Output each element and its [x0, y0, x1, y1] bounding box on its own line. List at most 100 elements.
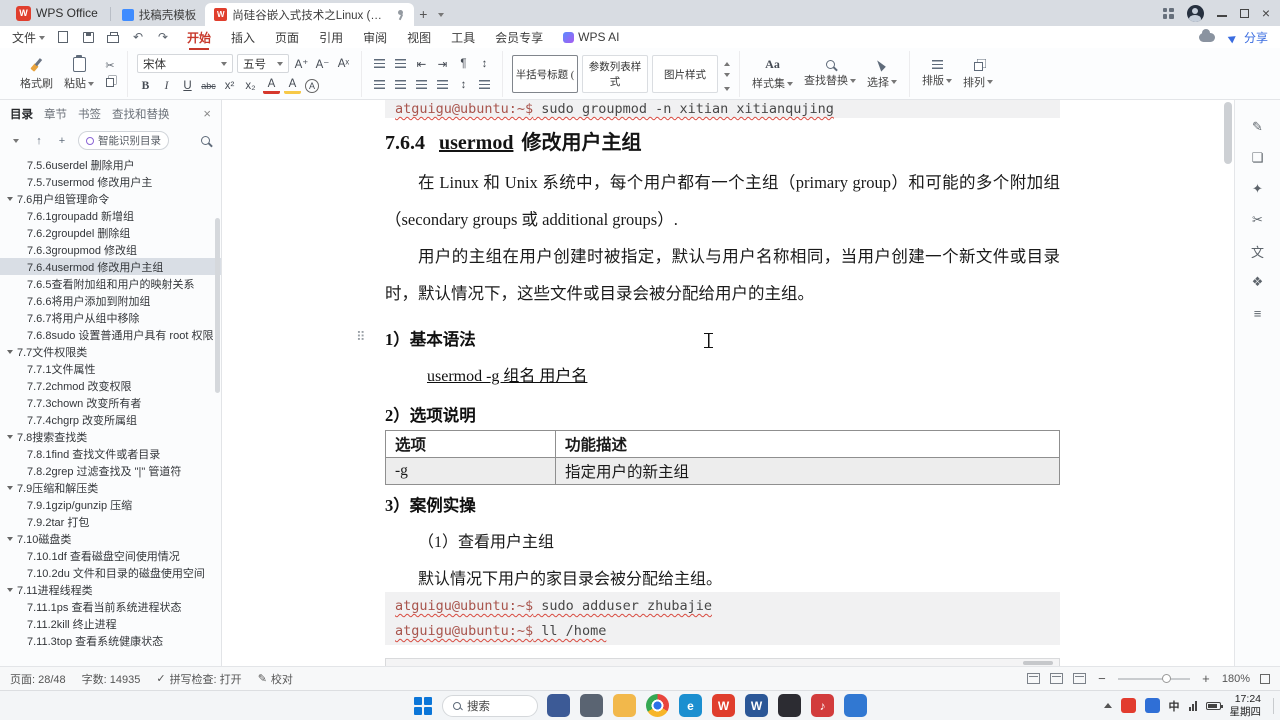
style-card[interactable]: 参数列表样式	[582, 55, 648, 93]
tab-list-chevron[interactable]	[432, 4, 450, 24]
doc-scrollbar-thumb[interactable]	[1224, 102, 1232, 164]
close-icon[interactable]: ×	[203, 106, 211, 121]
clear-format-button[interactable]: Aˣ	[335, 55, 352, 72]
proofread-button[interactable]: ✎ 校对	[258, 671, 293, 687]
file-menu[interactable]: 文件	[12, 29, 46, 46]
decrease-font-button[interactable]: A⁻	[314, 55, 331, 72]
user-avatar[interactable]	[1186, 4, 1204, 22]
outline-item[interactable]: 7.6.2groupdel 删除组	[0, 224, 221, 241]
outline-item[interactable]: 7.6.7将用户从组中移除	[0, 309, 221, 326]
file-explorer-icon[interactable]	[613, 694, 636, 717]
select-button[interactable]: 选择	[864, 57, 900, 90]
highlighter-icon[interactable]: ✦	[1248, 180, 1268, 198]
document-area[interactable]: atguigu@ubuntu:~$ sudo groupmod -n xitia…	[222, 100, 1234, 666]
sidebar-tab-chapters[interactable]: 章节	[44, 106, 67, 122]
superscript-button[interactable]: x²	[221, 77, 238, 94]
web-view-icon[interactable]	[1049, 673, 1063, 684]
paragraph-mark-button[interactable]: ¶	[455, 55, 472, 72]
subscript-button[interactable]: x₂	[242, 77, 259, 94]
print-icon[interactable]	[105, 29, 121, 45]
page-view-icon[interactable]	[1026, 673, 1040, 684]
redo-icon[interactable]: ↷	[155, 29, 171, 45]
smart-outline-button[interactable]: 智能识别目录	[78, 131, 169, 150]
minimize-button[interactable]	[1216, 15, 1227, 17]
fullscreen-icon[interactable]	[1260, 673, 1270, 684]
outline-view-icon[interactable]	[1072, 673, 1086, 684]
increase-font-button[interactable]: A⁺	[293, 55, 310, 72]
undo-icon[interactable]: ↶	[130, 29, 146, 45]
translate-icon[interactable]: 文	[1248, 242, 1268, 260]
bullet-list-button[interactable]	[371, 55, 388, 72]
spellcheck-status[interactable]: ✓ 拼写检查: 打开	[156, 671, 241, 687]
sidebar-tab-bookmarks[interactable]: 书签	[78, 106, 101, 122]
zoom-in-button[interactable]: +	[1200, 671, 1212, 686]
outline-item[interactable]: 7.6.5查看附加组和用户的映射关系	[0, 275, 221, 292]
search-icon[interactable]	[198, 133, 212, 149]
chevron-down-icon[interactable]	[7, 434, 13, 442]
apps-grid-icon[interactable]	[1162, 7, 1174, 19]
line-spacing-button[interactable]: ↕	[455, 76, 472, 93]
share-button[interactable]: 分享	[1227, 29, 1268, 46]
arrange-button[interactable]: 排列	[960, 59, 996, 90]
snapshot-icon[interactable]: ✂	[1248, 211, 1268, 229]
sidebar-tab-contents[interactable]: 目录	[10, 106, 33, 122]
h-scrollbar-thumb[interactable]	[1023, 661, 1053, 665]
tray-chevron-up-icon[interactable]	[1103, 699, 1112, 708]
task-view-icon[interactable]	[547, 694, 570, 717]
wps-home-tab[interactable]: W WPS Office	[6, 0, 108, 26]
outline-item[interactable]: 7.6.1groupadd 新增组	[0, 207, 221, 224]
document-tab-1[interactable]: 找稿壳模板	[113, 3, 206, 26]
outline-item[interactable]: 7.10磁盘类	[0, 530, 221, 547]
wps-icon[interactable]: W	[712, 694, 735, 717]
battery-icon[interactable]	[1205, 701, 1223, 710]
new-tab-button[interactable]: +	[414, 4, 432, 24]
edit-mode-icon[interactable]: ✎	[1248, 118, 1268, 136]
outline-item[interactable]: 7.7.1文件属性	[0, 360, 221, 377]
add-outline-icon[interactable]: +	[55, 133, 69, 149]
outline-item[interactable]: 7.10.1df 查看磁盘空间使用情况	[0, 547, 221, 564]
font-size-select[interactable]: 五号	[237, 54, 289, 73]
indent-button[interactable]: ⇥	[434, 55, 451, 72]
vscode-icon[interactable]	[778, 694, 801, 717]
gallery-more-icon[interactable]	[724, 86, 730, 94]
chevron-down-icon[interactable]	[7, 587, 13, 595]
outline-item[interactable]: 7.7.4chgrp 改变所属组	[0, 411, 221, 428]
browser-icon[interactable]	[844, 694, 867, 717]
pin-icon[interactable]	[395, 9, 405, 20]
chevron-down-icon[interactable]	[7, 196, 13, 204]
sidebar-scrollbar[interactable]	[215, 218, 220, 393]
highlight-color-button[interactable]: A	[284, 77, 301, 94]
outline-item[interactable]: 7.5.6userdel 删除用户	[0, 156, 221, 173]
word-count[interactable]: 字数: 14935	[82, 671, 141, 687]
restore-button[interactable]	[1239, 8, 1249, 18]
zoom-out-button[interactable]: −	[1096, 671, 1108, 686]
drag-handle-icon[interactable]: ⠿	[356, 329, 366, 345]
format-painter-button[interactable]: 格式刷	[17, 58, 56, 91]
align-left-button[interactable]	[371, 76, 388, 93]
outline-item[interactable]: 7.11.3top 查看系统健康状态	[0, 632, 221, 649]
find-replace-button[interactable]: 查找替换	[801, 60, 859, 88]
outline-item[interactable]: 7.10.2du 文件和目录的磁盘使用空间	[0, 564, 221, 581]
align-center-button[interactable]	[392, 76, 409, 93]
outline-item[interactable]: 7.9.1gzip/gunzip 压缩	[0, 496, 221, 513]
style-card-selected[interactable]: 半括号标题 (	[512, 55, 578, 93]
chrome-icon[interactable]	[646, 694, 669, 717]
outline-item[interactable]: 7.6.3groupmod 修改组	[0, 241, 221, 258]
chevron-down-icon[interactable]	[7, 536, 13, 544]
menu-tab[interactable]: 开始	[187, 29, 211, 50]
outline-item[interactable]: 7.5.7usermod 修改用户主	[0, 173, 221, 190]
outline-item[interactable]: 7.8.2grep 过滤查找及 "|" 管道符	[0, 462, 221, 479]
more-tools-icon[interactable]: ≡	[1248, 304, 1268, 322]
outline-item[interactable]: 7.8搜索查找类	[0, 428, 221, 445]
page-indicator[interactable]: 页面: 28/48	[10, 671, 66, 687]
menu-tab[interactable]: 审阅	[363, 29, 387, 46]
show-desktop-button[interactable]	[1273, 697, 1274, 714]
outline-item[interactable]: 7.9压缩和解压类	[0, 479, 221, 496]
menu-tab[interactable]: 工具	[451, 29, 475, 46]
gallery-up-icon[interactable]	[724, 58, 730, 66]
settings-icon[interactable]	[580, 694, 603, 717]
shading-button[interactable]	[476, 76, 493, 93]
outline-item[interactable]: 7.11进程线程类	[0, 581, 221, 598]
enclose-character-button[interactable]: A	[305, 78, 319, 93]
zoom-level[interactable]: 180%	[1222, 673, 1250, 685]
